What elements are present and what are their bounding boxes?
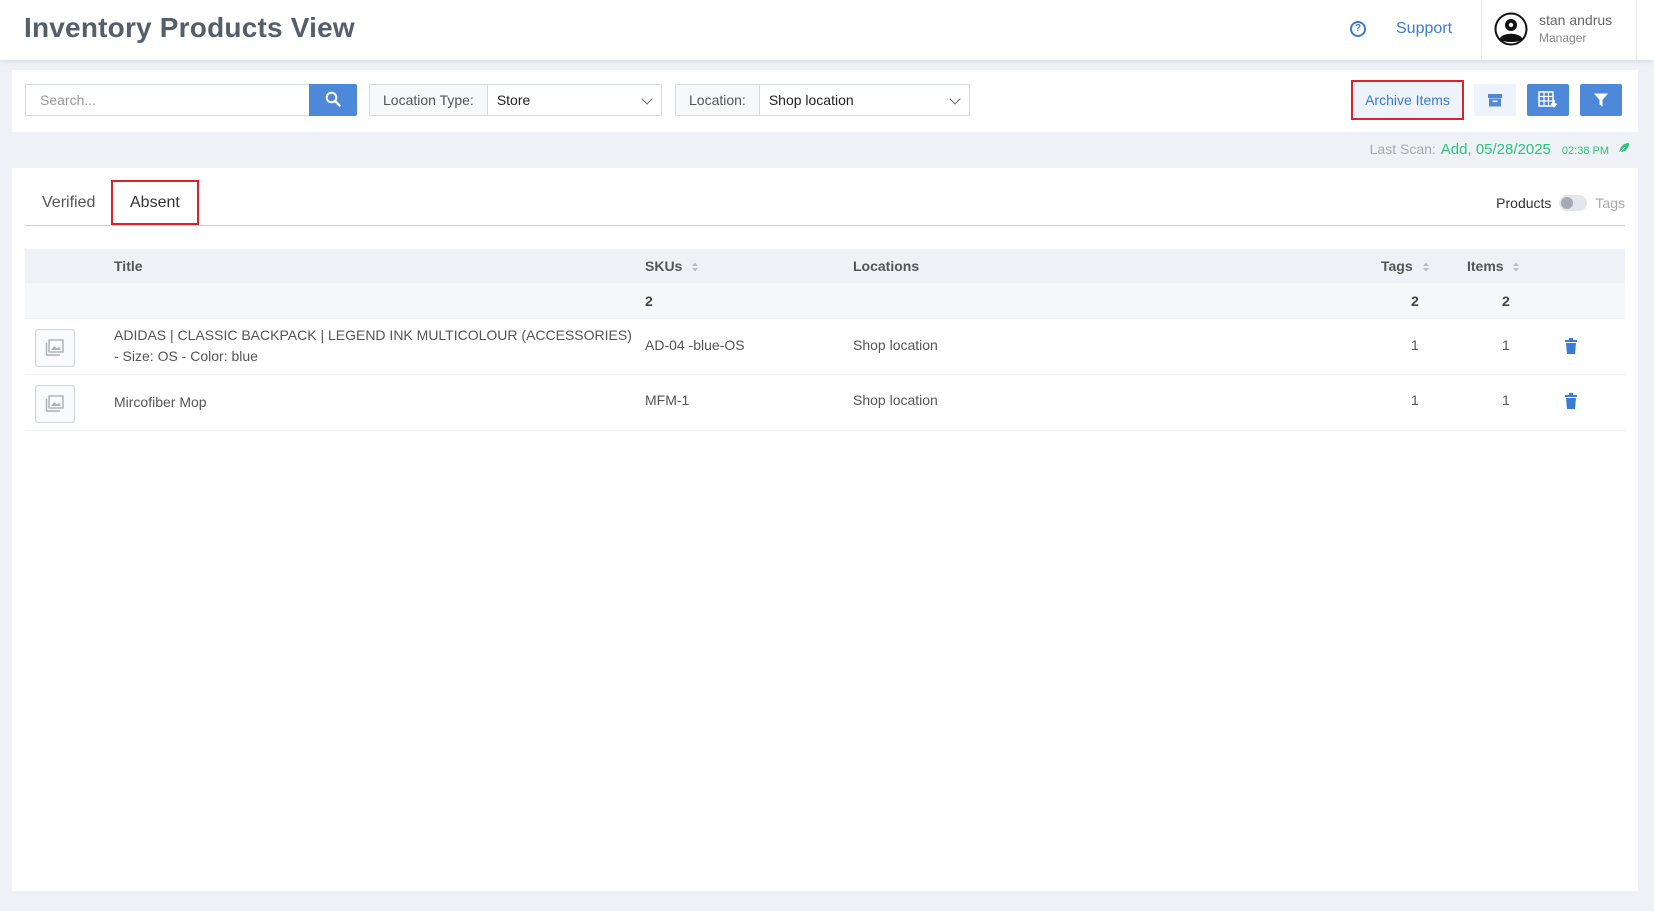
archive-items-button[interactable]: Archive Items xyxy=(1351,80,1464,120)
product-title-line1: Mircofiber Mop xyxy=(114,394,207,410)
filter-button[interactable] xyxy=(1580,84,1622,116)
product-items-count: 1 xyxy=(1502,337,1510,353)
image-placeholder-icon xyxy=(45,339,64,356)
total-items: 2 xyxy=(1502,293,1510,309)
support-link[interactable]: Support xyxy=(1396,20,1452,38)
filter-icon xyxy=(1594,93,1608,107)
location-select[interactable]: Location: Shop location xyxy=(675,84,970,116)
last-scan-value: Add, 05/28/2025 xyxy=(1440,141,1551,158)
product-sku: MFM-1 xyxy=(645,392,690,408)
image-placeholder-icon xyxy=(45,395,64,412)
user-name: stan andrus xyxy=(1539,12,1613,28)
product-title: ADIDAS | CLASSIC BACKPACK | LEGEND INK M… xyxy=(114,325,634,367)
last-scan-label: Last Scan: xyxy=(1369,141,1436,157)
archive-box-icon xyxy=(1488,94,1502,107)
total-tags: 2 xyxy=(1411,293,1419,309)
column-header-items-label: Items xyxy=(1467,258,1504,274)
column-header-tags[interactable]: Tags xyxy=(1381,258,1430,274)
table-row[interactable]: ADIDAS | CLASSIC BACKPACK | LEGEND INK M… xyxy=(25,319,1625,375)
chevron-down-icon xyxy=(641,93,653,105)
trash-icon[interactable] xyxy=(1565,393,1577,409)
products-tags-toggle[interactable]: Products Tags xyxy=(1496,195,1625,211)
column-header-title: Title xyxy=(114,258,143,274)
total-skus: 2 xyxy=(645,293,653,309)
export-excel-button[interactable] xyxy=(1527,84,1569,116)
column-header-skus[interactable]: SKUs xyxy=(645,258,699,274)
table-row[interactable]: Mircofiber Mop MFM-1 Shop location 1 1 xyxy=(25,375,1625,431)
location-label: Location: xyxy=(676,85,760,115)
products-table: Title SKUs Locations Tags Items 2 2 2 AD… xyxy=(25,249,1625,431)
column-header-locations: Locations xyxy=(853,258,920,274)
product-tags-count: 1 xyxy=(1411,392,1419,408)
sort-icon xyxy=(1422,262,1429,272)
product-thumbnail xyxy=(35,329,75,367)
product-tags-count: 1 xyxy=(1411,337,1419,353)
sort-icon xyxy=(1513,262,1520,272)
location-type-selected: Store xyxy=(496,92,531,108)
help-circle-icon[interactable]: ? xyxy=(1350,21,1366,37)
search-icon xyxy=(325,91,341,107)
column-header-tags-label: Tags xyxy=(1381,258,1413,274)
toggle-switch[interactable] xyxy=(1559,195,1588,211)
user-role: Manager xyxy=(1539,31,1587,45)
last-scan-time: 02:38 PM xyxy=(1561,145,1609,157)
search-input[interactable] xyxy=(25,84,310,116)
product-title-line1: ADIDAS | CLASSIC BACKPACK | LEGEND INK M… xyxy=(114,327,632,343)
filter-toolbar: Location Type: Store Location: Shop loca… xyxy=(12,70,1638,132)
trash-icon[interactable] xyxy=(1565,338,1577,354)
excel-export-icon xyxy=(1538,91,1558,108)
tab-verified[interactable]: Verified xyxy=(25,180,112,226)
location-type-value: Store xyxy=(488,85,661,115)
table-header-row: Title SKUs Locations Tags Items xyxy=(25,249,1625,283)
sort-icon xyxy=(692,262,699,272)
toggle-knob xyxy=(1561,197,1574,209)
user-avatar-icon xyxy=(1494,12,1528,46)
product-location: Shop location xyxy=(853,337,938,353)
last-scan-info: Last Scan: Add, 05/28/2025 02:38 PM xyxy=(1370,141,1630,158)
chevron-down-icon xyxy=(949,93,961,105)
user-menu[interactable]: stan andrus Manager xyxy=(1481,0,1637,60)
tab-absent[interactable]: Absent xyxy=(111,180,199,225)
product-title-line2: - Size: OS - Color: blue xyxy=(114,348,258,364)
table-totals-row: 2 2 2 xyxy=(25,283,1625,319)
toggle-label-products: Products xyxy=(1496,195,1552,211)
location-selected: Shop location xyxy=(768,92,854,108)
app-header: Inventory Products View ? Support stan a… xyxy=(0,0,1654,60)
location-type-label: Location Type: xyxy=(370,85,488,115)
tabs: Verified Absent xyxy=(25,180,1625,226)
toggle-label-tags: Tags xyxy=(1595,195,1625,211)
column-header-skus-label: SKUs xyxy=(645,258,683,274)
page-title: Inventory Products View xyxy=(24,12,355,43)
leaf-icon xyxy=(1618,143,1629,154)
location-value: Shop location xyxy=(760,85,969,115)
search-button[interactable] xyxy=(309,84,357,116)
location-type-select[interactable]: Location Type: Store xyxy=(369,84,662,116)
product-title: Mircofiber Mop xyxy=(114,392,634,413)
product-sku: AD-04 -blue-OS xyxy=(645,337,745,353)
main-panel: Verified Absent Products Tags Title SKUs… xyxy=(12,168,1638,891)
product-location: Shop location xyxy=(853,392,938,408)
archive-box-button[interactable] xyxy=(1474,84,1516,116)
product-items-count: 1 xyxy=(1502,392,1510,408)
column-header-items[interactable]: Items xyxy=(1467,258,1520,274)
product-thumbnail xyxy=(35,385,75,423)
